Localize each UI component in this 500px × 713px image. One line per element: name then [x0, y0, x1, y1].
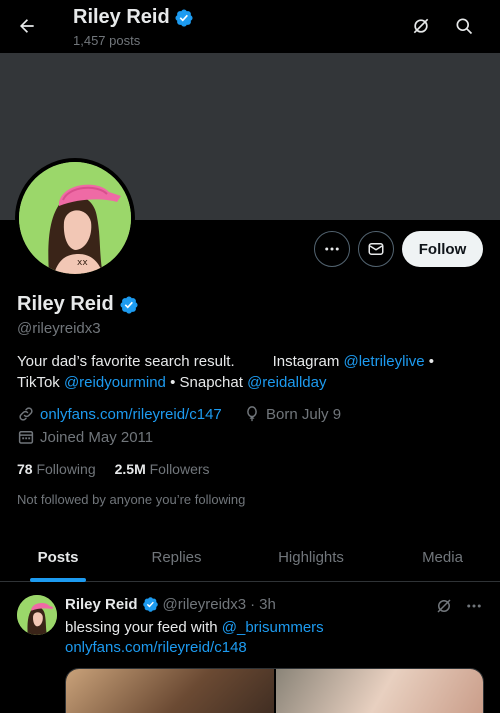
link-icon — [17, 405, 35, 423]
website-link[interactable]: onlyfans.com/rileyreid/c147 — [40, 406, 222, 423]
website-row: onlyfans.com/rileyreid/c147 — [17, 405, 222, 423]
more-horizontal-icon — [465, 597, 483, 615]
profile-tabs: Posts Replies Highlights Media — [0, 533, 500, 582]
search-button[interactable] — [448, 10, 480, 42]
profile-name: Riley Reid — [17, 293, 139, 316]
post-author-name[interactable]: Riley Reid — [65, 596, 138, 613]
grok-button[interactable] — [405, 10, 437, 42]
post-text: blessing your feed with @_brisummers onl… — [65, 619, 324, 656]
post-media[interactable] — [65, 668, 484, 713]
follow-button[interactable]: Follow — [402, 231, 483, 267]
post-more-button[interactable] — [462, 594, 486, 618]
message-button[interactable] — [358, 231, 394, 267]
instagram-link[interactable]: @letrileylive — [344, 353, 425, 370]
post-avatar[interactable] — [17, 595, 57, 635]
tab-replies[interactable]: Replies — [116, 533, 237, 582]
tab-media[interactable]: Media — [385, 533, 500, 582]
active-tab-indicator — [30, 578, 86, 582]
profile-handle: @rileyreidx3 — [17, 320, 101, 337]
tab-posts[interactable]: Posts — [0, 533, 116, 582]
follow-stats: 78 Following 2.5M Followers — [17, 461, 210, 477]
back-button[interactable] — [10, 9, 44, 43]
more-horizontal-icon — [323, 240, 341, 258]
envelope-icon — [367, 240, 385, 258]
verified-badge-icon[interactable] — [119, 295, 139, 315]
joined-text: Joined May 2011 — [40, 428, 154, 446]
svg-text:xx: xx — [77, 258, 88, 268]
header-title: Riley Reid — [73, 6, 194, 29]
post-author-handle[interactable]: @rileyreidx3 — [163, 596, 247, 613]
grok-icon — [435, 597, 453, 615]
avatar-image: xx — [19, 162, 131, 274]
grok-icon — [411, 16, 431, 36]
tiktok-link[interactable]: @reidyourmind — [64, 374, 166, 391]
birthday-row: Born July 9 — [243, 405, 341, 423]
not-followed-text: Not followed by anyone you’re following — [17, 492, 246, 507]
balloon-icon — [243, 405, 261, 423]
following-link[interactable]: 78 Following — [17, 461, 96, 477]
search-icon — [454, 16, 474, 36]
verified-badge-icon — [174, 8, 194, 28]
more-options-button[interactable] — [314, 231, 350, 267]
post-media-image-2[interactable] — [276, 669, 483, 713]
post-header: Riley Reid @rileyreidx3 · 3h — [65, 596, 276, 613]
verified-badge-icon — [142, 596, 159, 613]
post-mention-link[interactable]: @_brisummers — [222, 619, 324, 636]
post-count: 1,457 posts — [73, 33, 141, 48]
arrow-left-icon — [17, 16, 37, 36]
followers-link[interactable]: 2.5M Followers — [115, 461, 210, 477]
tab-highlights[interactable]: Highlights — [237, 533, 385, 582]
post-grok-button[interactable] — [432, 594, 456, 618]
post-url-link[interactable]: onlyfans.com/rileyreid/c148 — [65, 639, 247, 656]
snapchat-link[interactable]: @reidallday — [247, 374, 326, 391]
profile-bio: Your dad’s favorite search result. Instag… — [17, 353, 435, 391]
joined-row: Joined May 2011 — [17, 428, 153, 446]
top-bar: Riley Reid 1,457 posts — [0, 0, 500, 53]
post-media-image-1[interactable] — [66, 669, 274, 713]
birthday-text: Born July 9 — [266, 405, 342, 423]
profile-avatar[interactable]: xx — [15, 158, 135, 278]
calendar-icon — [17, 428, 35, 446]
post-timestamp[interactable]: 3h — [259, 596, 276, 613]
